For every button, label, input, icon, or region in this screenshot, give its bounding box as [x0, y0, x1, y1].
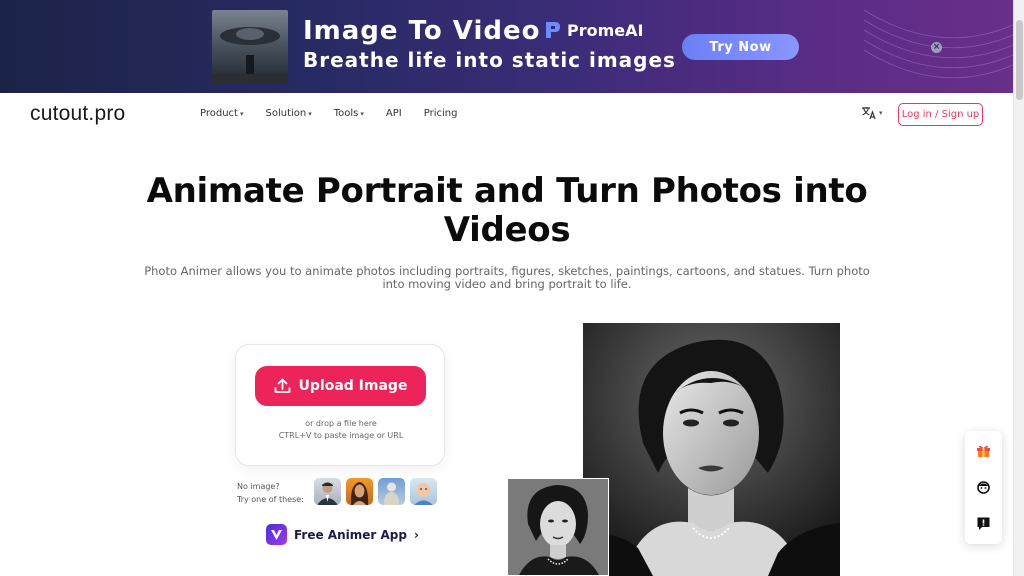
page-description: Photo Animer allows you to animate photo…	[120, 265, 894, 291]
login-signup-button[interactable]: Log in / Sign up	[898, 103, 983, 126]
upload-hint-line: CTRL+V to paste image or URL	[278, 431, 404, 440]
banner-subtitle: Breathe life into static images	[303, 48, 676, 72]
animer-app-icon	[266, 524, 287, 545]
nav-item-label: API	[385, 108, 402, 119]
nav-menu: Product ▾ Solution ▾ Tools ▾ API Pricing	[200, 108, 457, 119]
sample-image-man[interactable]	[314, 478, 341, 505]
sample-image-statue[interactable]	[378, 478, 405, 505]
support-agent-icon[interactable]	[974, 478, 993, 497]
chevron-down-icon: ▾	[360, 109, 364, 118]
portrait-preview-small	[507, 478, 609, 576]
page-scrollbar[interactable]	[1013, 0, 1024, 576]
chevron-right-icon: ›	[413, 527, 419, 542]
sample-image-woman[interactable]	[346, 478, 373, 505]
top-nav: cutout.pro Product ▾ Solution ▾ Tools ▾ …	[0, 93, 1013, 137]
gift-icon[interactable]	[974, 441, 993, 460]
page-title-line: Videos	[443, 210, 571, 250]
sample-label-line: No image?	[237, 482, 280, 491]
sample-image-baby[interactable]	[410, 478, 437, 505]
chevron-down-icon: ▾	[879, 109, 883, 117]
banner-thumbnail	[212, 10, 288, 84]
upload-button-label: Upload Image	[298, 378, 408, 394]
translate-icon	[862, 107, 876, 120]
side-float-toolbar	[965, 431, 1002, 544]
promeai-logo-icon	[546, 22, 560, 38]
nav-item-label: Product	[200, 108, 238, 119]
nav-item-solution[interactable]: Solution ▾	[265, 108, 311, 119]
nav-item-label: Pricing	[423, 108, 458, 119]
upload-hint-line: or drop a file here	[305, 419, 377, 428]
nav-item-product[interactable]: Product ▾	[200, 108, 243, 119]
portrait-preview-large	[583, 323, 840, 576]
upload-dropzone[interactable]: Upload Image or drop a file here CTRL+V …	[235, 344, 445, 466]
page-title-line: Animate Portrait and Turn Photos into	[146, 171, 868, 211]
page-title: Animate Portrait and Turn Photos into Vi…	[110, 172, 904, 250]
free-animer-app-link[interactable]: Free Animer App ›	[266, 524, 419, 545]
banner-brand: PromeAI	[543, 20, 643, 40]
chevron-down-icon: ▾	[308, 109, 312, 118]
scrollbar-thumb[interactable]	[1016, 20, 1023, 100]
nav-item-label: Solution	[265, 108, 307, 119]
sample-label-line: Try one of these:	[237, 495, 304, 504]
nav-item-label: Tools	[333, 108, 359, 119]
chevron-down-icon: ▾	[239, 109, 244, 118]
feedback-icon[interactable]	[974, 514, 993, 533]
site-logo[interactable]: cutout.pro	[30, 102, 125, 126]
language-selector[interactable]: ▾	[861, 106, 883, 120]
try-now-button[interactable]: Try Now	[682, 34, 799, 60]
nav-item-api[interactable]: API	[386, 108, 402, 119]
close-icon[interactable]: ×	[931, 42, 942, 53]
sample-label: No image? Try one of these:	[237, 480, 304, 506]
nav-item-tools[interactable]: Tools ▾	[334, 108, 364, 119]
banner-brand-label: PromeAI	[567, 20, 644, 40]
promo-banner[interactable]: Image To Video Breathe life into static …	[0, 0, 1024, 93]
description-line: into moving video and bring portrait to …	[382, 277, 632, 291]
banner-title: Image To Video	[303, 16, 541, 46]
nav-item-pricing[interactable]: Pricing	[424, 108, 458, 119]
banner-decoration	[864, 9, 1024, 79]
upload-image-button[interactable]: Upload Image	[255, 366, 426, 406]
upload-icon	[274, 378, 290, 393]
upload-hint: or drop a file here CTRL+V to paste imag…	[236, 418, 446, 442]
sample-images	[314, 478, 437, 505]
app-link-label: Free Animer App	[294, 527, 407, 542]
